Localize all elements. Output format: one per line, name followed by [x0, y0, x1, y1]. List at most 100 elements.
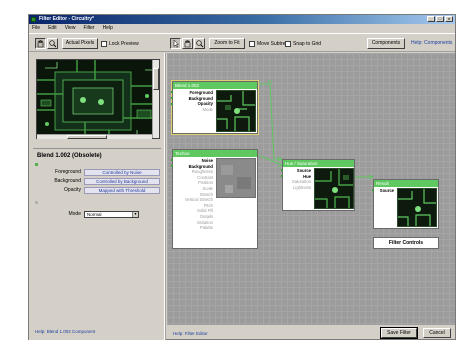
node-result-title: Result [374, 180, 438, 187]
select-tool-button[interactable] [170, 38, 181, 49]
chevron-down-icon[interactable]: ▼ [132, 212, 138, 217]
port-dot [372, 189, 374, 191]
node-blend[interactable]: Blend 1.002 Foreground Background Opacit… [171, 80, 259, 135]
port-dot [171, 159, 173, 161]
menu-edit[interactable]: Edit [48, 24, 57, 32]
zoom-to-fit-button[interactable]: Zoom to Fit [209, 38, 245, 49]
noise-thumbnail-graphic [217, 159, 255, 197]
param-label-foreground: Foreground [55, 169, 81, 175]
param-value-foreground[interactable]: Controlled by Noise [84, 169, 160, 176]
node-result[interactable]: Result Source [372, 179, 439, 229]
port-dot [281, 169, 283, 171]
zoom-tool-button-2[interactable] [194, 38, 205, 49]
menu-filter[interactable]: Filter [83, 24, 94, 32]
preview-hscroll-thumb[interactable] [67, 135, 107, 139]
bottom-bar: Help: Filter Editor Save Filter Cancel [167, 325, 455, 340]
node-techno-title: Techno [173, 150, 257, 157]
left-pane: Blend 1.002 (Obsolete) Foreground Contro… [29, 53, 164, 340]
node-hue-thumbnail [314, 168, 354, 209]
actual-pixels-button[interactable]: Actual Pixels [62, 38, 98, 49]
param-row-opacity: Opacity Mapped with Threshold [37, 187, 161, 194]
port-mode[interactable]: Mode [174, 107, 214, 113]
hand-tool-button[interactable] [35, 38, 46, 49]
cancel-button[interactable]: Cancel [423, 328, 451, 338]
help-components-link[interactable]: Help: Components [411, 38, 452, 49]
node-techno-ports: Noise Background Roughness Contrast Posi… [174, 158, 214, 231]
left-help-link[interactable]: Help: Blend 1.002 Component [35, 329, 95, 334]
lock-preview-box[interactable] [101, 40, 107, 47]
lock-preview-label: Lock Preview [109, 40, 139, 47]
preview-vertical-scrollbar[interactable] [152, 60, 159, 138]
param-row-foreground: Foreground Controlled by Noise [37, 169, 161, 176]
node-blend-title: Blend 1.002 [173, 82, 257, 89]
magnifier-icon [49, 40, 57, 48]
title-bar: Filter Editor - Circuitry* _ □ × [29, 15, 455, 24]
arrow-marker-1 [267, 79, 273, 85]
zoom-tool-button[interactable] [47, 38, 58, 49]
param-row-background: Background Controlled by Background [37, 178, 161, 185]
node-hue-saturation[interactable]: Hue / Saturation Source Hue Saturation L… [281, 159, 355, 211]
status-indicator [35, 163, 38, 166]
mode-label: Mode [68, 211, 81, 217]
close-button[interactable]: × [445, 16, 453, 22]
filter-controls-button[interactable]: Filter Controls [373, 237, 439, 249]
node-result-thumbnail [397, 188, 437, 227]
preview-horizontal-scrollbar[interactable] [37, 134, 152, 139]
move-subtree-box[interactable] [249, 40, 255, 47]
param-value-background[interactable]: Controlled by Background [84, 178, 160, 185]
circuit-thumbnail-graphic [217, 91, 255, 131]
menu-view[interactable]: View [65, 24, 76, 32]
maximize-button[interactable]: □ [436, 16, 444, 22]
window-controls: _ □ × [427, 16, 453, 22]
save-filter-button[interactable]: Save Filter [380, 327, 418, 339]
hand-tool-button-2[interactable] [182, 38, 193, 49]
circuit-thumbnail-graphic-2 [315, 169, 353, 208]
arrow-pointer-icon [173, 39, 179, 48]
move-subtree-checkbox[interactable]: Move Subtree [249, 38, 288, 49]
circuit-preview-graphic [37, 60, 159, 138]
snap-to-grid-checkbox[interactable]: Snap to Grid [285, 38, 321, 49]
component-title: Blend 1.002 (Obsolete) [37, 153, 102, 159]
node-techno-thumbnail [216, 158, 256, 198]
param-label-opacity: Opacity [64, 187, 81, 193]
lock-preview-checkbox[interactable]: Lock Preview [101, 38, 139, 49]
pane-divider[interactable] [164, 53, 166, 340]
hand-icon-2 [184, 40, 191, 48]
param-value-opacity[interactable]: Mapped with Threshold [84, 187, 160, 194]
preview-vscroll-thumb[interactable] [153, 68, 159, 90]
right-help-link[interactable]: Help: Filter Editor [173, 331, 208, 336]
section-divider [33, 148, 161, 149]
filter-editor-window: Filter Editor - Circuitry* _ □ × File Ed… [28, 14, 456, 340]
snap-to-grid-label: Snap to Grid [293, 40, 322, 47]
node-techno[interactable]: Techno Noise Background Roughness Contra… [171, 149, 258, 249]
port-dot [171, 91, 173, 93]
node-hue-ports: Source Hue Saturation Lightness [284, 168, 312, 190]
app-icon [31, 17, 36, 22]
node-blend-thumbnail [216, 90, 256, 132]
components-button[interactable]: Components [367, 38, 405, 49]
node-blend-ports: Foreground Background Opacity Mode [174, 90, 214, 112]
hand-icon [37, 40, 44, 48]
status-indicator-2 [35, 201, 38, 204]
menu-help[interactable]: Help [103, 24, 113, 32]
mode-row: Mode Normal ▼ [37, 211, 161, 219]
port-lightness[interactable]: Lightness [284, 185, 312, 191]
minimize-button[interactable]: _ [427, 16, 435, 22]
port-dot [171, 97, 173, 99]
window-title: Filter Editor - Circuitry* [39, 16, 95, 22]
port-dot [171, 103, 173, 105]
mode-select-value: Normal [87, 212, 102, 217]
snap-to-grid-box[interactable] [285, 40, 291, 47]
param-label-background: Background [54, 178, 81, 184]
port-source-result[interactable]: Source [375, 188, 395, 194]
port-dot [281, 175, 283, 177]
menu-bar: File Edit View Filter Help [29, 24, 455, 32]
menu-file[interactable]: File [32, 24, 40, 32]
port-palette[interactable]: Palette [174, 225, 214, 231]
node-graph-canvas[interactable]: Blend 1.002 Foreground Background Opacit… [167, 53, 455, 325]
circuit-thumbnail-graphic-3 [398, 189, 436, 226]
toolbar: Actual Pixels Lock Preview Zoom to Fit M… [29, 33, 455, 52]
magnifier-icon-2 [196, 40, 204, 48]
mode-select[interactable]: Normal ▼ [84, 211, 139, 218]
connector-blend-to-hue [258, 83, 282, 160]
